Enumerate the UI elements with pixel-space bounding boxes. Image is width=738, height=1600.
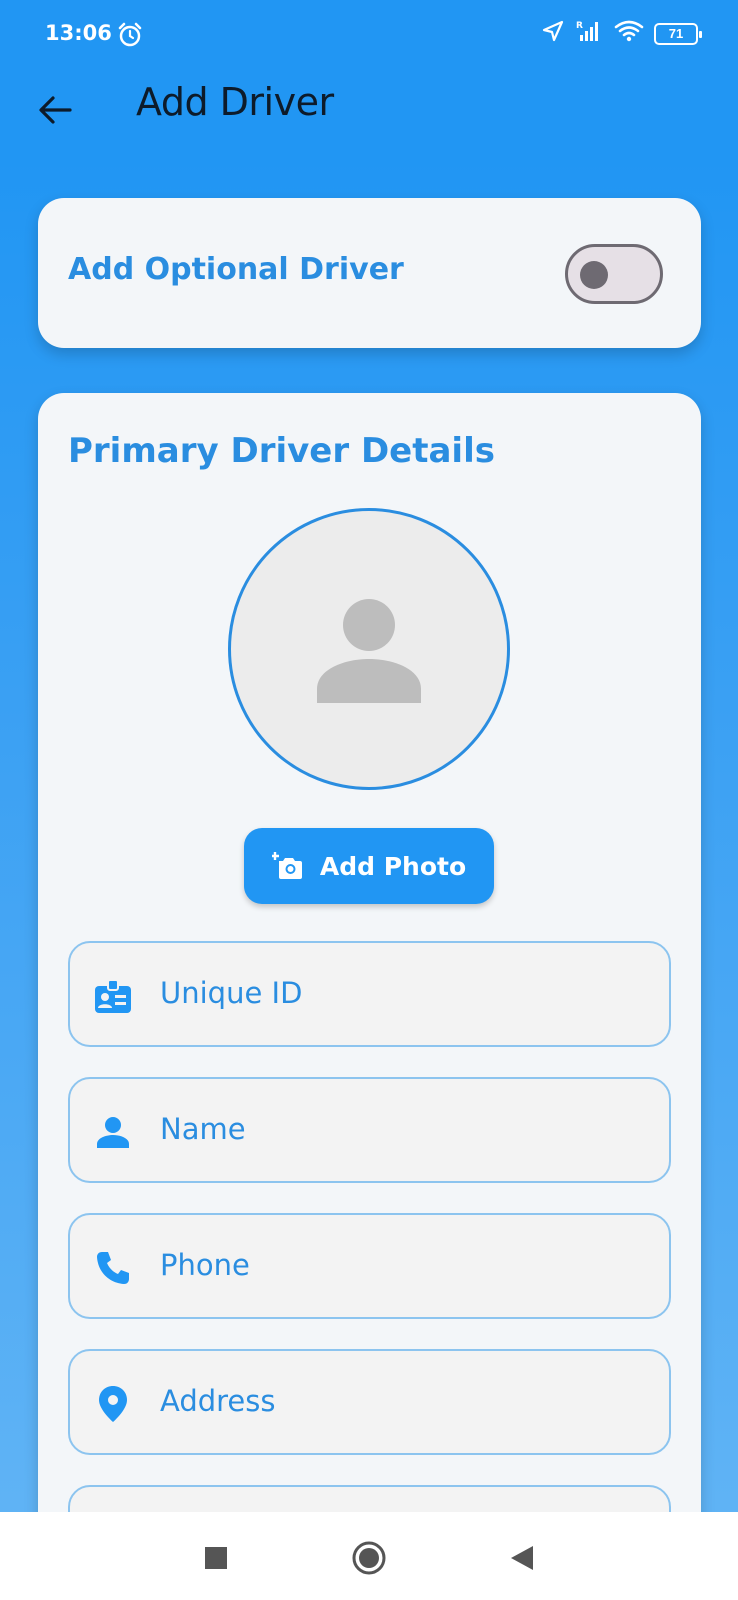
recents-button[interactable] xyxy=(196,1538,236,1578)
back-triangle-icon xyxy=(511,1546,533,1570)
status-time: 13:06 xyxy=(45,21,112,45)
status-bar: 13:06 R 71 xyxy=(0,0,738,70)
address-field[interactable]: Address xyxy=(68,1349,671,1455)
person-icon xyxy=(94,1113,132,1151)
alarm-icon xyxy=(117,22,143,48)
page-title: Add Driver xyxy=(136,80,334,124)
address-label: Address xyxy=(160,1384,276,1418)
optional-driver-card: Add Optional Driver xyxy=(38,198,701,348)
phone-label: Phone xyxy=(160,1248,250,1282)
person-placeholder-icon xyxy=(317,599,421,703)
add-photo-label: Add Photo xyxy=(319,851,467,881)
optional-driver-toggle[interactable] xyxy=(565,244,663,304)
battery-icon: 71 xyxy=(654,23,702,45)
id-badge-icon xyxy=(94,977,132,1015)
location-arrow-icon xyxy=(542,20,564,48)
system-nav-bar xyxy=(0,1512,738,1600)
app-bar: Add Driver xyxy=(0,70,738,160)
arrow-back-icon xyxy=(39,96,72,124)
unique-id-label: Unique ID xyxy=(160,976,303,1010)
recents-square-icon xyxy=(205,1547,227,1569)
home-circle-icon xyxy=(352,1541,386,1575)
avatar[interactable] xyxy=(228,508,510,790)
phone-icon xyxy=(94,1249,132,1287)
back-button[interactable] xyxy=(30,85,80,135)
add-photo-button[interactable]: Add Photo xyxy=(244,828,494,904)
svg-text:R: R xyxy=(576,21,583,31)
section-title: Primary Driver Details xyxy=(68,431,495,471)
status-icons: R 71 xyxy=(542,19,702,49)
name-field[interactable]: Name xyxy=(68,1077,671,1183)
unique-id-field[interactable]: Unique ID xyxy=(68,941,671,1047)
name-label: Name xyxy=(160,1112,246,1146)
optional-driver-label: Add Optional Driver xyxy=(68,252,404,287)
primary-driver-card: Primary Driver Details Add Photo Unique … xyxy=(38,393,701,1591)
add-camera-icon xyxy=(271,852,302,879)
location-pin-icon xyxy=(94,1385,132,1423)
signal-icon: R xyxy=(574,19,604,49)
nav-back-button[interactable] xyxy=(502,1538,542,1578)
wifi-icon xyxy=(614,19,644,49)
toggle-knob xyxy=(580,261,608,289)
phone-field[interactable]: Phone xyxy=(68,1213,671,1319)
home-button[interactable] xyxy=(349,1538,389,1578)
